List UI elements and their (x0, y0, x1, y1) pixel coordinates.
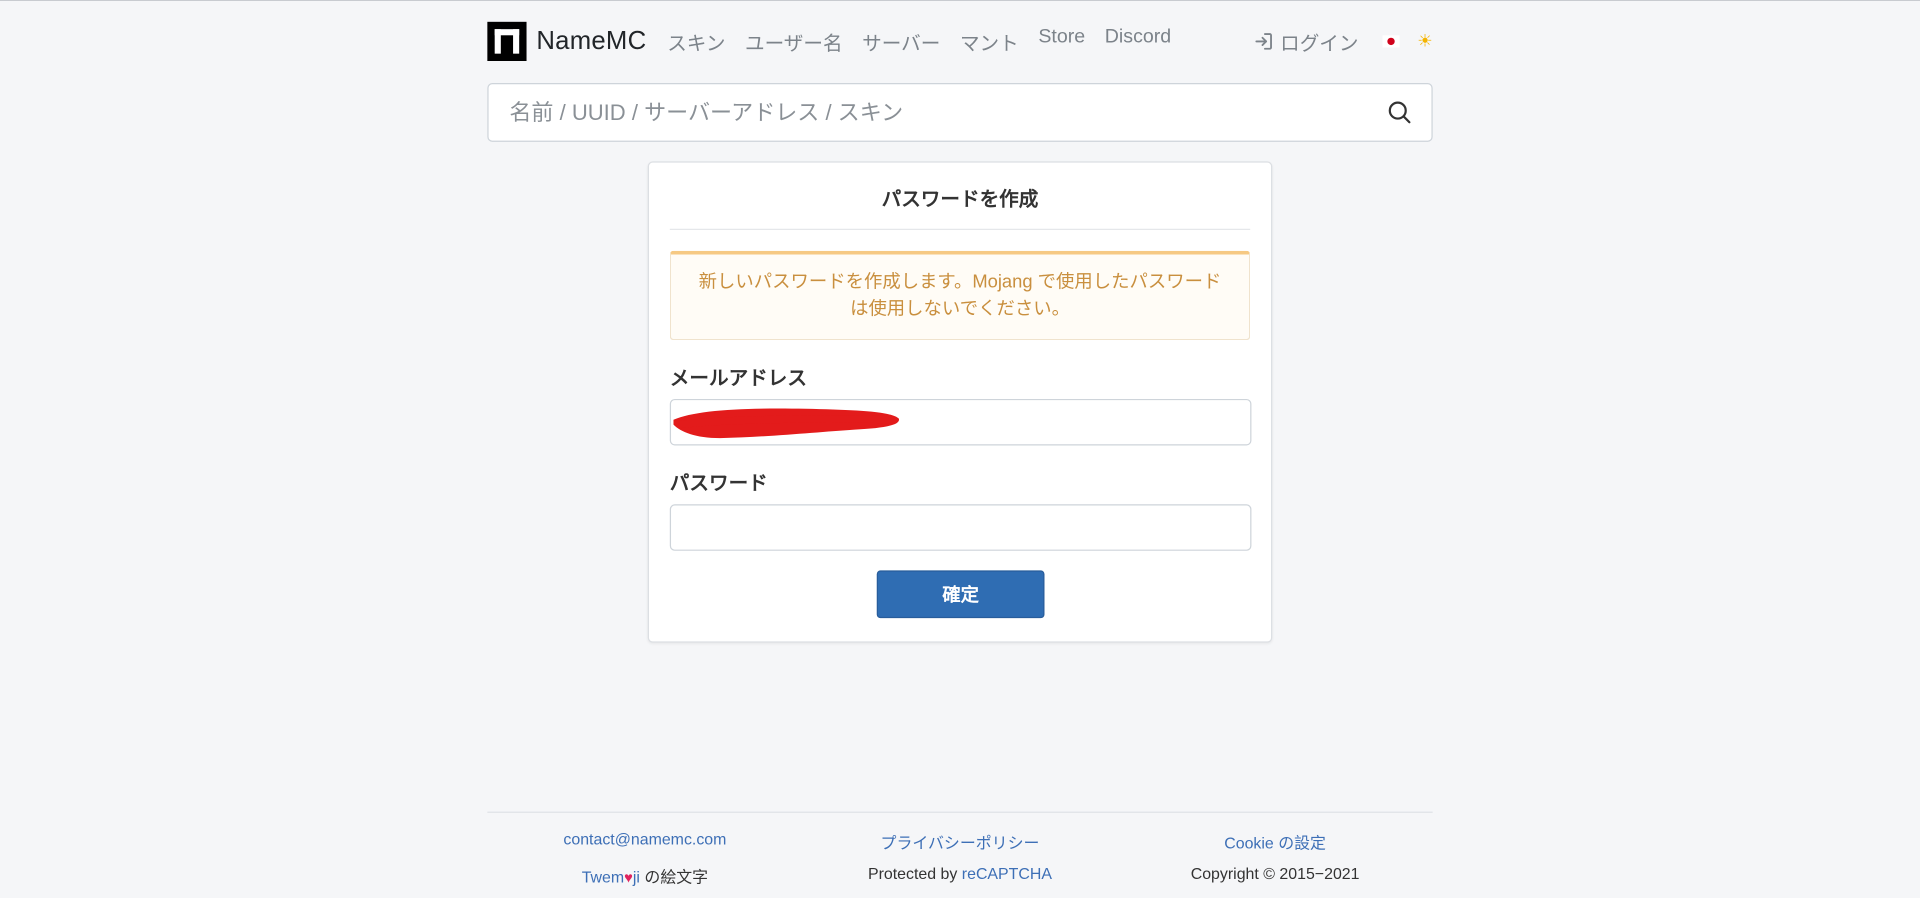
password-field-wrapper (669, 504, 1252, 551)
twemoji-credit: Twem♥ji の絵文字 (487, 864, 802, 887)
warning-alert: 新しいパスワードを作成します。Mojang で使用したパスワード は使用しないで… (669, 250, 1251, 341)
sign-in-icon (1255, 33, 1273, 50)
twemoji-suffix: ji (632, 867, 640, 887)
privacy-policy-link[interactable]: プライバシーポリシー (881, 834, 1040, 852)
nav-links: スキン ユーザー名 サーバー マント Store Discord (667, 27, 1191, 56)
nav-link-servers[interactable]: サーバー (862, 27, 940, 56)
recaptcha-credit: Protected by reCAPTCHA (802, 864, 1117, 887)
alert-line-2: は使用しないでください。 (850, 298, 1070, 320)
login-link[interactable]: ログイン (1254, 27, 1359, 56)
email-label: メールアドレス (669, 365, 807, 390)
nav-right: ログイン ☀ (1254, 27, 1433, 56)
submit-button[interactable]: 確定 (876, 570, 1045, 619)
footer-divider (487, 811, 1433, 813)
search-button[interactable] (1368, 84, 1432, 140)
nav-link-usernames[interactable]: ユーザー名 (745, 27, 843, 56)
card-title: パスワードを作成 (881, 187, 1039, 211)
recaptcha-link[interactable]: reCAPTCHA (962, 864, 1052, 882)
sun-icon[interactable]: ☀ (1417, 33, 1432, 50)
card-divider (669, 228, 1251, 230)
email-field-wrapper (669, 398, 1252, 446)
email-field[interactable] (671, 400, 1251, 445)
heart-icon: ♥ (624, 869, 633, 887)
login-label: ログイン (1280, 34, 1359, 55)
search-bar (487, 83, 1433, 142)
page: NameMC スキン ユーザー名 サーバー マント Store Discord … (0, 1, 1920, 898)
search-input[interactable] (488, 99, 1368, 126)
alert-line-1: 新しいパスワードを作成します。Mojang で使用したパスワード (698, 271, 1222, 293)
footer: contact@namemc.com プライバシーポリシー Cookie の設定… (487, 830, 1432, 888)
twemoji-link[interactable]: Twem♥ji (582, 868, 640, 886)
navbar: NameMC スキン ユーザー名 サーバー マント Store Discord … (487, 21, 1433, 62)
password-label: パスワード (669, 471, 768, 495)
copyright-text: Copyright © 2015−2021 (1190, 864, 1360, 883)
namemc-logo-icon (487, 21, 527, 62)
brand-link[interactable]: NameMC (487, 21, 647, 62)
search-icon (1388, 101, 1411, 124)
twemoji-prefix: Twem (581, 867, 625, 887)
twemoji-text: の絵文字 (639, 867, 709, 887)
protected-by-text: Protected by (867, 864, 962, 883)
password-field[interactable] (671, 505, 1251, 550)
nav-link-skins[interactable]: スキン (667, 27, 725, 56)
create-password-card: パスワードを作成 新しいパスワードを作成します。Mojang で使用したパスワー… (647, 161, 1273, 643)
cookie-settings-link[interactable]: Cookie の設定 (1224, 834, 1326, 852)
contact-email-link[interactable]: contact@namemc.com (563, 830, 726, 848)
japan-flag-icon[interactable] (1382, 35, 1401, 48)
brand-name: NameMC (536, 26, 647, 55)
nav-link-store[interactable]: Store (1038, 27, 1085, 56)
nav-link-discord[interactable]: Discord (1105, 27, 1171, 56)
nav-link-capes[interactable]: マント (960, 27, 1019, 56)
